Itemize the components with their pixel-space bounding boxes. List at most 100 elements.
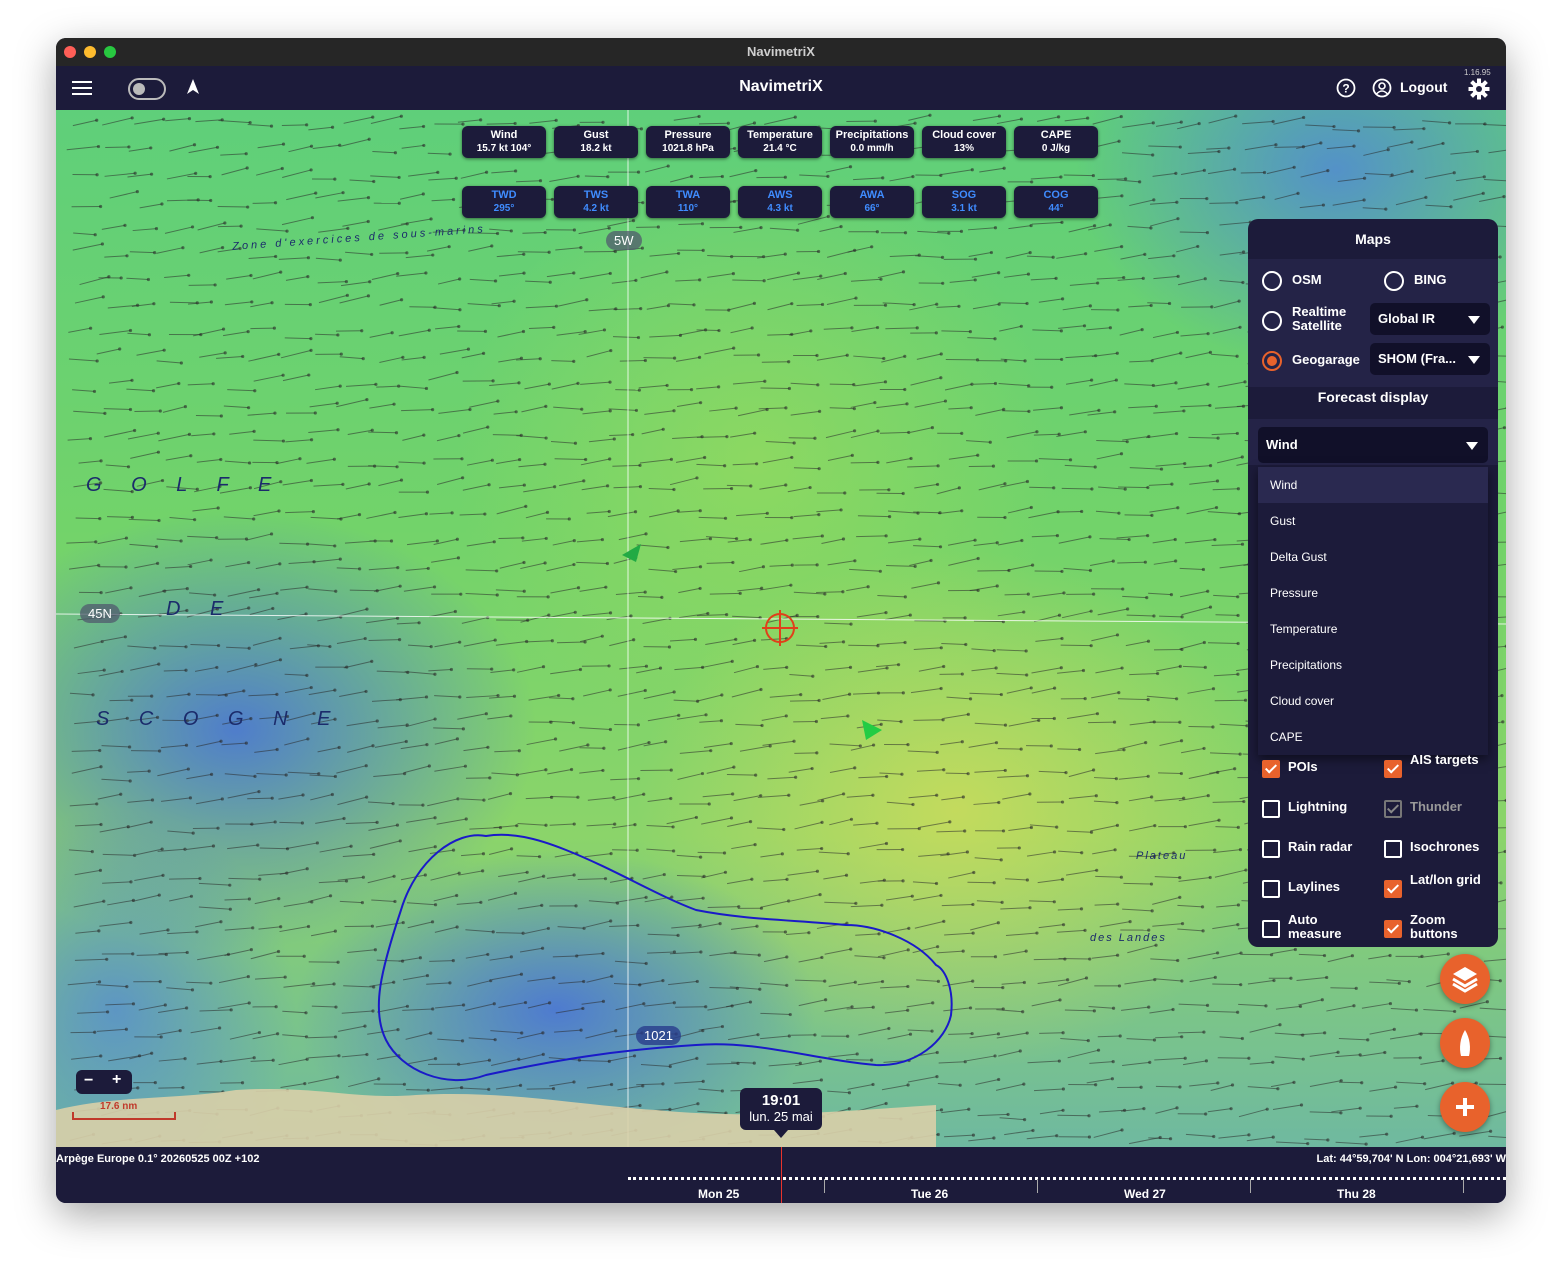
date-value: lun. 25 mai — [749, 1109, 813, 1124]
thunder-checkbox[interactable] — [1384, 800, 1402, 818]
svg-text:?: ? — [1342, 82, 1349, 96]
forecast-select[interactable]: Wind — [1258, 427, 1488, 463]
scale-bar — [72, 1112, 176, 1120]
instrument-value: 66° — [864, 203, 880, 214]
instrument-awa[interactable]: AWA 66° — [830, 186, 914, 218]
forecast-option-delta-gust[interactable]: Delta Gust — [1258, 539, 1488, 575]
ais-targets-label: AIS targets — [1410, 752, 1479, 767]
thunder-label: Thunder — [1410, 799, 1462, 814]
scale-label: 17.6 nm — [100, 1101, 138, 1112]
laylines-checkbox[interactable] — [1262, 880, 1280, 898]
realtime-satellite-radio[interactable] — [1262, 311, 1282, 331]
timeline-day[interactable]: Tue 26 — [911, 1187, 948, 1201]
lat-lon-grid-checkbox[interactable] — [1384, 880, 1402, 898]
timeline-day[interactable]: Wed 27 — [1124, 1187, 1166, 1201]
instrument-cape[interactable]: CAPE 0 J/kg — [1014, 126, 1098, 158]
timeline-tick — [824, 1179, 825, 1193]
logout-button[interactable]: Logout — [1400, 79, 1447, 95]
instrument-twa[interactable]: TWA 110° — [646, 186, 730, 218]
instrument-label: Cloud cover — [932, 129, 996, 141]
grid-lat-label: 45N — [80, 604, 120, 623]
plus-icon — [1456, 1098, 1474, 1116]
instrument-label: TWS — [583, 189, 609, 201]
help-icon[interactable]: ? — [1336, 78, 1356, 98]
instrument-value: 0.0 mm/h — [850, 143, 894, 154]
instrument-sog[interactable]: SOG 3.1 kt — [922, 186, 1006, 218]
zoom-out-button[interactable]: − — [84, 1072, 93, 1090]
vessel-marker — [862, 720, 882, 740]
forecast-title: Forecast display — [1317, 389, 1429, 405]
navigation-arrow-icon[interactable] — [186, 78, 200, 96]
instrument-twd[interactable]: TWD 295° — [462, 186, 546, 218]
chevron-down-icon — [1466, 442, 1478, 450]
zoom-buttons-checkbox[interactable] — [1384, 920, 1402, 938]
forecast-option-pressure[interactable]: Pressure — [1258, 575, 1488, 611]
forecast-select-value: Wind — [1266, 437, 1298, 452]
version-label: 1.16.95 — [1464, 68, 1491, 77]
forecast-option-cape[interactable]: CAPE — [1258, 719, 1488, 755]
close-window-button[interactable] — [64, 46, 76, 58]
layers-button[interactable] — [1440, 954, 1490, 1004]
geogarage-radio[interactable] — [1262, 351, 1282, 371]
instrument-tws[interactable]: TWS 4.2 kt — [554, 186, 638, 218]
add-button[interactable] — [1440, 1082, 1490, 1132]
forecast-option-cloud-cover[interactable]: Cloud cover — [1258, 683, 1488, 719]
timeline-track[interactable] — [628, 1177, 1506, 1180]
auto-measure-checkbox[interactable] — [1262, 920, 1280, 938]
forecast-option-wind[interactable]: Wind — [1258, 467, 1488, 503]
instrument-temperature[interactable]: Temperature 21.4 °C — [738, 126, 822, 158]
instrument-cloud-cover[interactable]: Cloud cover 13% — [922, 126, 1006, 158]
pois-checkbox[interactable] — [1262, 760, 1280, 778]
instrument-pressure[interactable]: Pressure 1021.8 hPa — [646, 126, 730, 158]
forecast-option-precipitations[interactable]: Precipitations — [1258, 647, 1488, 683]
isochrones-checkbox[interactable] — [1384, 840, 1402, 858]
zoom-in-button[interactable]: + — [112, 1071, 121, 1089]
instrument-label: CAPE — [1040, 129, 1072, 141]
forecast-option-gust[interactable]: Gust — [1258, 503, 1488, 539]
timeline-tick — [1463, 1179, 1464, 1193]
instrument-cog[interactable]: COG 44° — [1014, 186, 1098, 218]
rain-radar-checkbox[interactable] — [1262, 840, 1280, 858]
geogarage-select-value: SHOM (Fra... — [1378, 351, 1457, 366]
instrument-value: 18.2 kt — [580, 143, 612, 154]
app-window: NavimetriX NavimetriX ? Logout 1.16.95 W… — [56, 38, 1506, 1203]
instrument-wind[interactable]: Wind 15.7 kt 104° — [462, 126, 546, 158]
maximize-window-button[interactable] — [104, 46, 116, 58]
mode-toggle[interactable] — [128, 78, 166, 100]
geogarage-label: Geogarage — [1292, 352, 1360, 367]
menu-icon[interactable] — [72, 79, 92, 95]
timeline-day[interactable]: Thu 28 — [1337, 1187, 1376, 1201]
instrument-value: 110° — [677, 203, 699, 214]
window-titlebar: NavimetriX — [56, 38, 1506, 66]
app-title: NavimetriX — [739, 78, 823, 95]
timeline-day[interactable]: Mon 25 — [698, 1187, 739, 1201]
lightning-checkbox[interactable] — [1262, 800, 1280, 818]
ais-targets-checkbox[interactable] — [1384, 760, 1402, 778]
osm-radio[interactable] — [1262, 271, 1282, 291]
isochrones-label: Isochrones — [1410, 839, 1480, 854]
forecast-option-temperature[interactable]: Temperature — [1258, 611, 1488, 647]
instrument-label: COG — [1043, 189, 1069, 201]
timeline-cursor[interactable] — [781, 1147, 782, 1203]
lightning-label: Lightning — [1288, 799, 1348, 814]
zoom-controls: − + — [76, 1070, 132, 1094]
laylines-label: Laylines — [1288, 879, 1341, 894]
boat-button[interactable] — [1440, 1018, 1490, 1068]
app-bar: NavimetriX ? Logout 1.16.95 — [56, 66, 1506, 110]
minimize-window-button[interactable] — [84, 46, 96, 58]
instrument-gust[interactable]: Gust 18.2 kt — [554, 126, 638, 158]
timeline-tick — [1037, 1179, 1038, 1193]
window-title: NavimetriX — [747, 44, 815, 59]
auto-measure-label: Auto measure — [1288, 912, 1342, 941]
chart-text-gascogne: S C O G N E — [96, 708, 343, 730]
bing-radio[interactable] — [1384, 271, 1404, 291]
osm-label: OSM — [1292, 272, 1322, 287]
timeline-bar: Arpège Europe 0.1° 20260525 00Z +102 Lat… — [56, 1147, 1506, 1203]
instrument-precipitations[interactable]: Precipitations 0.0 mm/h — [830, 126, 914, 158]
chevron-down-icon — [1468, 316, 1480, 324]
satellite-select[interactable]: Global IR — [1370, 303, 1490, 335]
geogarage-select[interactable]: SHOM (Fra... — [1370, 343, 1490, 375]
user-icon[interactable] — [1372, 78, 1392, 98]
settings-gear-icon[interactable] — [1468, 78, 1490, 100]
instrument-aws[interactable]: AWS 4.3 kt — [738, 186, 822, 218]
